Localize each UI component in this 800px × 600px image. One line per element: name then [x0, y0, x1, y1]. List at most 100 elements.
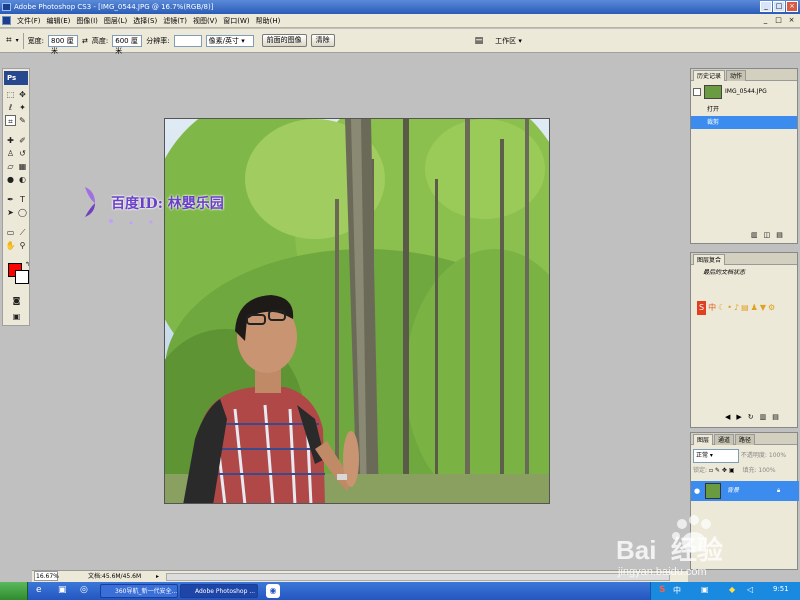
minimize-button[interactable]: _	[760, 1, 772, 12]
dodge-tool-icon[interactable]: ◐	[17, 174, 28, 185]
tab-history[interactable]: 历史记录	[693, 70, 726, 81]
sogou-s-icon[interactable]: S	[697, 301, 707, 315]
new-snapshot-icon[interactable]: ◫	[764, 231, 771, 239]
history-state-open[interactable]: 打开	[691, 103, 797, 116]
zoom-field[interactable]: 16.67%	[34, 571, 59, 581]
doc-close-button[interactable]: ×	[787, 16, 796, 25]
shape-tool-icon[interactable]: ◯	[17, 207, 28, 218]
clear-button[interactable]: 清除	[310, 34, 335, 47]
tab-layer-comps[interactable]: 图层复合	[693, 254, 726, 265]
marquee-tool-icon[interactable]: ⬚	[5, 89, 16, 100]
eye-icon[interactable]: ●	[694, 481, 700, 501]
document-canvas[interactable]	[164, 118, 550, 504]
sogou-tray-icon[interactable]: S	[659, 585, 665, 595]
fill-field[interactable]: 100%	[758, 467, 775, 474]
front-image-button[interactable]: 前面的图像	[261, 34, 307, 47]
360-quicklaunch-icon[interactable]: ◎	[80, 585, 88, 595]
start-button[interactable]	[0, 582, 28, 600]
punctuation-icon[interactable]: •	[727, 301, 732, 315]
network-tray-icon[interactable]: ▣	[701, 585, 709, 594]
snapshot-source-icon[interactable]	[693, 88, 701, 96]
gradient-tool-icon[interactable]: ▦	[17, 161, 28, 172]
volume-tray-icon[interactable]: ◁	[747, 585, 753, 594]
quick-mask-icon[interactable]: ◙	[11, 295, 22, 306]
healing-brush-tool-icon[interactable]: ✚	[5, 135, 16, 146]
chinese-tray-icon[interactable]: 中	[673, 585, 681, 596]
menu-window[interactable]: 窗口(W)	[220, 14, 252, 28]
zoom-tool-icon[interactable]: ⚲	[17, 240, 28, 251]
blend-mode-select[interactable]: 正常 ▾	[693, 449, 739, 463]
moon-icon[interactable]: ☾	[718, 301, 725, 315]
horizontal-scrollbar[interactable]	[166, 573, 670, 581]
menu-help[interactable]: 帮助(H)	[253, 14, 284, 28]
tools-icon[interactable]: ⚙	[768, 301, 775, 315]
menu-edit[interactable]: 编辑(E)	[44, 14, 74, 28]
blur-tool-icon[interactable]: ●	[5, 174, 16, 185]
doc-minimize-button[interactable]: _	[761, 16, 770, 25]
clone-stamp-tool-icon[interactable]: ♙	[5, 148, 16, 159]
crop-tool-icon[interactable]: ⌗	[6, 35, 12, 46]
tab-paths[interactable]: 路径	[735, 434, 756, 445]
tab-actions[interactable]: 动作	[726, 70, 747, 81]
swap-icon[interactable]: ⇄	[82, 37, 88, 45]
layer-row-background[interactable]: ● 背景 🔒︎	[691, 481, 799, 501]
crop-tool-icon-active[interactable]: ⌗	[5, 115, 16, 126]
snapshot-row[interactable]: IMG_0544.JPG	[691, 83, 797, 101]
tool-preset-chevron-icon[interactable]: ▾	[16, 37, 19, 44]
shirt-icon[interactable]: ▼	[760, 301, 766, 315]
task-360-browser[interactable]: 360导航_新一代安全...	[100, 584, 178, 598]
app-quicklaunch-icon[interactable]: ▣	[58, 585, 67, 595]
trash-icon[interactable]: ▤	[772, 413, 779, 421]
prev-comp-icon[interactable]: ◀	[725, 413, 730, 421]
new-document-icon[interactable]: ▥	[751, 231, 758, 239]
palette-well-icon[interactable]: ▤	[475, 36, 484, 46]
history-state-crop[interactable]: 裁剪	[691, 116, 797, 129]
workspace-button[interactable]: 工作区 ▾	[495, 36, 522, 46]
doc-restore-button[interactable]: □	[774, 16, 783, 25]
hand-tool-icon[interactable]: ✋	[5, 240, 16, 251]
menu-file[interactable]: 文件(F)	[14, 14, 44, 28]
resolution-field[interactable]	[173, 34, 202, 47]
swap-colors-icon[interactable]: ↰	[22, 259, 33, 270]
history-brush-tool-icon[interactable]: ↺	[17, 148, 28, 159]
notes-tool-icon[interactable]: ▭	[5, 227, 16, 238]
chinese-mode-icon[interactable]: 中	[708, 301, 716, 315]
voice-icon[interactable]: ♪	[734, 301, 739, 315]
ie-quicklaunch-icon[interactable]: e	[36, 585, 42, 595]
person-icon[interactable]: ♟	[751, 301, 758, 315]
screen-mode-icon[interactable]: ▣	[11, 311, 22, 322]
menu-image[interactable]: 图像(I)	[73, 14, 101, 28]
tab-layers[interactable]: 图层	[693, 434, 714, 445]
next-comp-icon[interactable]: ▶	[736, 413, 741, 421]
unit-select[interactable]: 像素/英寸 ▾	[205, 34, 254, 47]
eraser-tool-icon[interactable]: ▱	[5, 161, 16, 172]
trash-icon[interactable]: ▤	[776, 231, 783, 239]
media-task-icon[interactable]: ◉	[266, 584, 280, 598]
move-tool-icon[interactable]: ✥	[17, 89, 28, 100]
task-photoshop[interactable]: Adobe Photoshop ...	[180, 584, 258, 598]
lock-image-icon[interactable]: ✎	[715, 467, 720, 474]
type-tool-icon[interactable]: T	[17, 194, 28, 205]
shield-tray-icon[interactable]: ◆	[729, 585, 735, 594]
ps-menu-icon[interactable]	[2, 16, 11, 25]
new-comp-icon[interactable]: ▥	[760, 413, 767, 421]
slice-tool-icon[interactable]: ✎	[17, 115, 28, 126]
lock-position-icon[interactable]: ✥	[722, 467, 727, 474]
menu-filter[interactable]: 滤镜(T)	[160, 14, 190, 28]
lock-all-icon[interactable]: ▣	[729, 467, 735, 474]
magic-wand-tool-icon[interactable]: ✦	[17, 102, 28, 113]
maximize-button[interactable]: □	[773, 1, 785, 12]
keyboard-icon[interactable]: ▤	[741, 301, 749, 315]
path-selection-tool-icon[interactable]: ➤	[5, 207, 16, 218]
eyedropper-tool-icon[interactable]: ⟋	[17, 227, 28, 238]
width-field[interactable]: 800 厘米	[48, 34, 79, 55]
pen-tool-icon[interactable]: ✒	[5, 194, 16, 205]
height-field[interactable]: 600 厘米	[112, 34, 143, 55]
lock-transparent-icon[interactable]: ▫	[709, 467, 713, 474]
lasso-tool-icon[interactable]: ℓ	[5, 102, 16, 113]
opacity-field[interactable]: 100%	[769, 452, 786, 459]
menu-view[interactable]: 视图(V)	[190, 14, 220, 28]
menu-select[interactable]: 选择(S)	[130, 14, 160, 28]
menu-layer[interactable]: 图层(L)	[101, 14, 130, 28]
update-comp-icon[interactable]: ↻	[748, 413, 754, 421]
